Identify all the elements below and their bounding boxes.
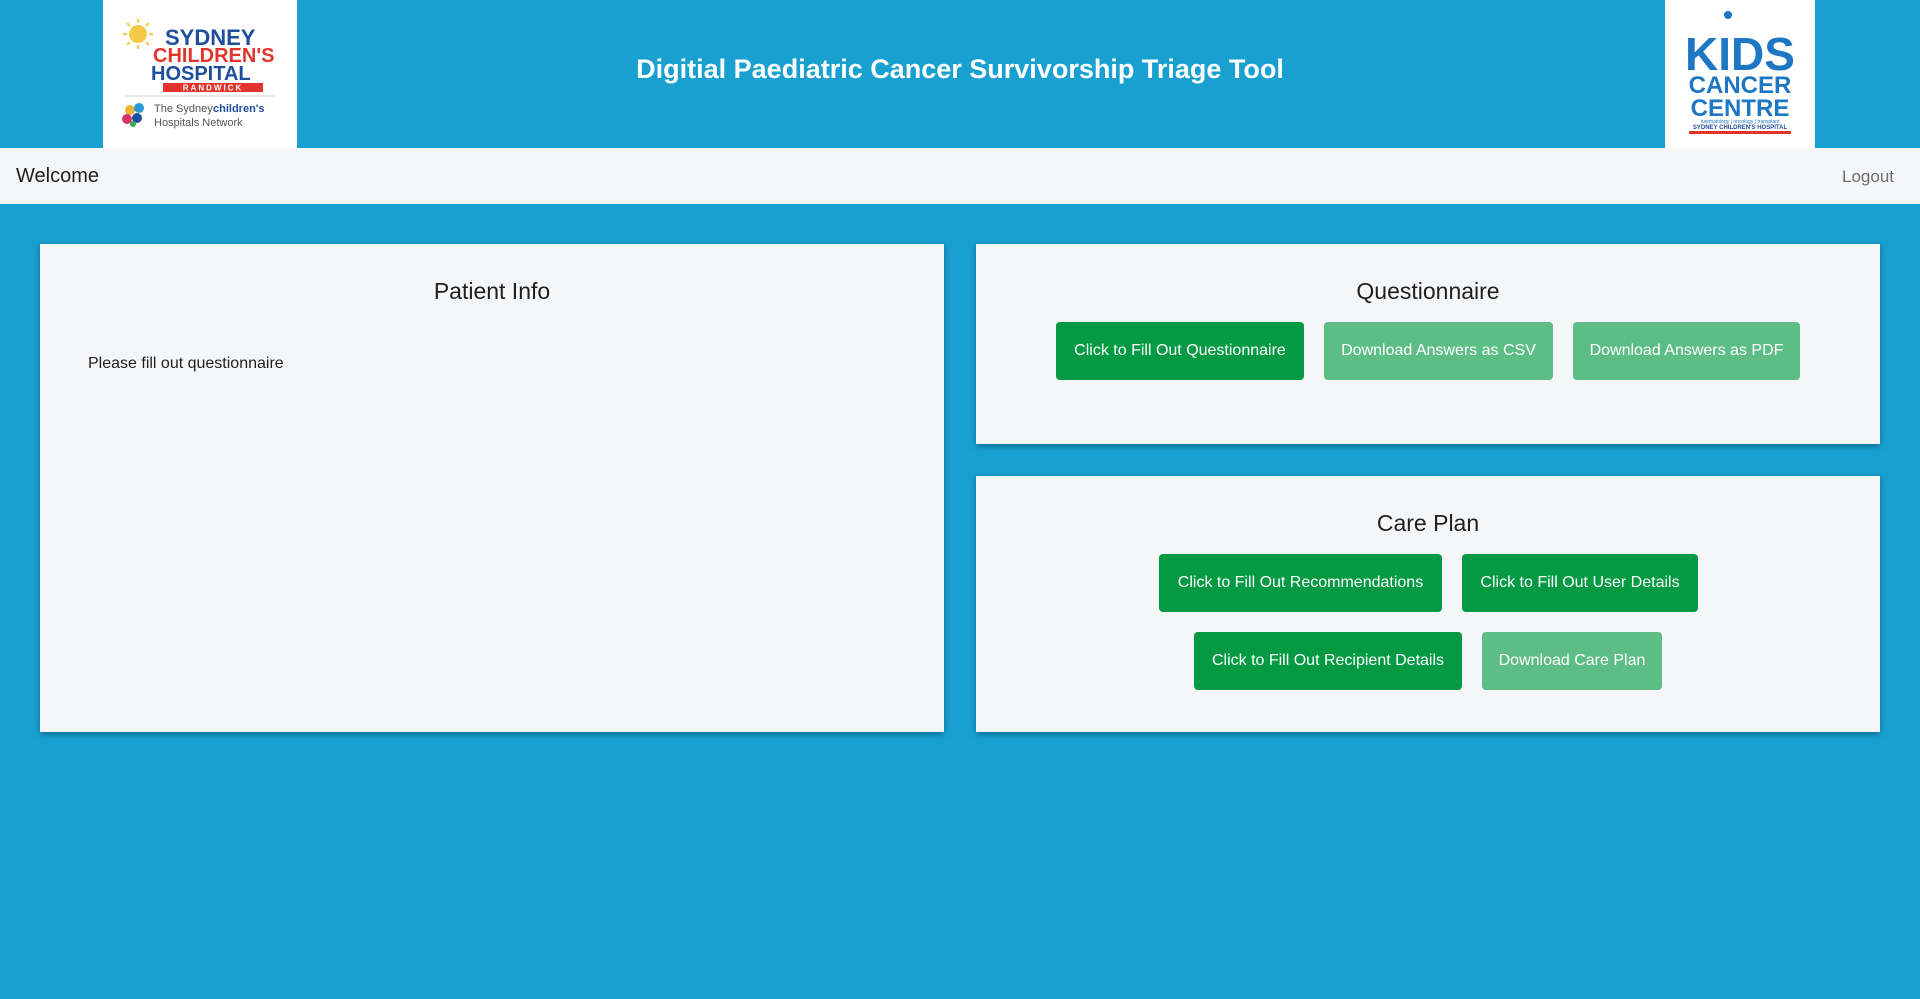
navbar: Welcome Logout bbox=[0, 148, 1920, 204]
fill-recommendations-button[interactable]: Click to Fill Out Recommendations bbox=[1159, 554, 1442, 612]
fill-recipient-details-button[interactable]: Click to Fill Out Recipient Details bbox=[1194, 632, 1462, 690]
logo-network-line1a: The Sydney bbox=[154, 103, 213, 115]
welcome-brand[interactable]: Welcome bbox=[16, 165, 99, 188]
download-pdf-button[interactable]: Download Answers as PDF bbox=[1573, 322, 1800, 380]
fill-questionnaire-button[interactable]: Click to Fill Out Questionnaire bbox=[1056, 322, 1304, 380]
logo-hospital-text: HOSPITAL bbox=[151, 63, 251, 85]
logo-network-line2: Hospitals Network bbox=[154, 117, 243, 129]
logout-link[interactable]: Logout bbox=[1842, 167, 1894, 187]
download-csv-button[interactable]: Download Answers as CSV bbox=[1324, 322, 1553, 380]
logo-footer-text: SYDNEY CHILDREN'S HOSPITAL bbox=[1693, 125, 1788, 131]
sydney-childrens-hospital-logo: SYDNEY CHILDREN'S HOSPITAL RANDWICK The … bbox=[103, 0, 297, 148]
logo-centre-text: CENTRE bbox=[1691, 95, 1790, 122]
questionnaire-panel: Questionnaire Click to Fill Out Question… bbox=[976, 244, 1880, 444]
questionnaire-title: Questionnaire bbox=[1356, 278, 1500, 304]
patient-info-message: Please fill out questionnaire bbox=[88, 355, 284, 372]
kids-cancer-centre-logo-graphic: KIDS CANCER CENTRE haematology | oncolog… bbox=[1685, 11, 1795, 134]
care-plan-panel: Care Plan Click to Fill Out Recommendati… bbox=[976, 476, 1880, 732]
kids-cancer-centre-logo: KIDS CANCER CENTRE haematology | oncolog… bbox=[1665, 0, 1815, 148]
sydney-childrens-hospital-logo-graphic: SYDNEY CHILDREN'S HOSPITAL RANDWICK The … bbox=[122, 19, 275, 129]
logo-network-line1b: children's bbox=[213, 103, 265, 115]
header: SYDNEY CHILDREN'S HOSPITAL RANDWICK The … bbox=[0, 0, 1920, 148]
patient-info-title: Patient Info bbox=[433, 278, 551, 304]
care-plan-title: Care Plan bbox=[1376, 510, 1480, 536]
logo-randwick-text: RANDWICK bbox=[183, 84, 243, 93]
fill-user-details-button[interactable]: Click to Fill Out User Details bbox=[1462, 554, 1698, 612]
page-title: Digitial Paediatric Cancer Survivorship … bbox=[636, 54, 1284, 84]
download-care-plan-button[interactable]: Download Care Plan bbox=[1482, 632, 1662, 690]
patient-info-panel: Patient Info Please fill out questionnai… bbox=[40, 244, 944, 732]
